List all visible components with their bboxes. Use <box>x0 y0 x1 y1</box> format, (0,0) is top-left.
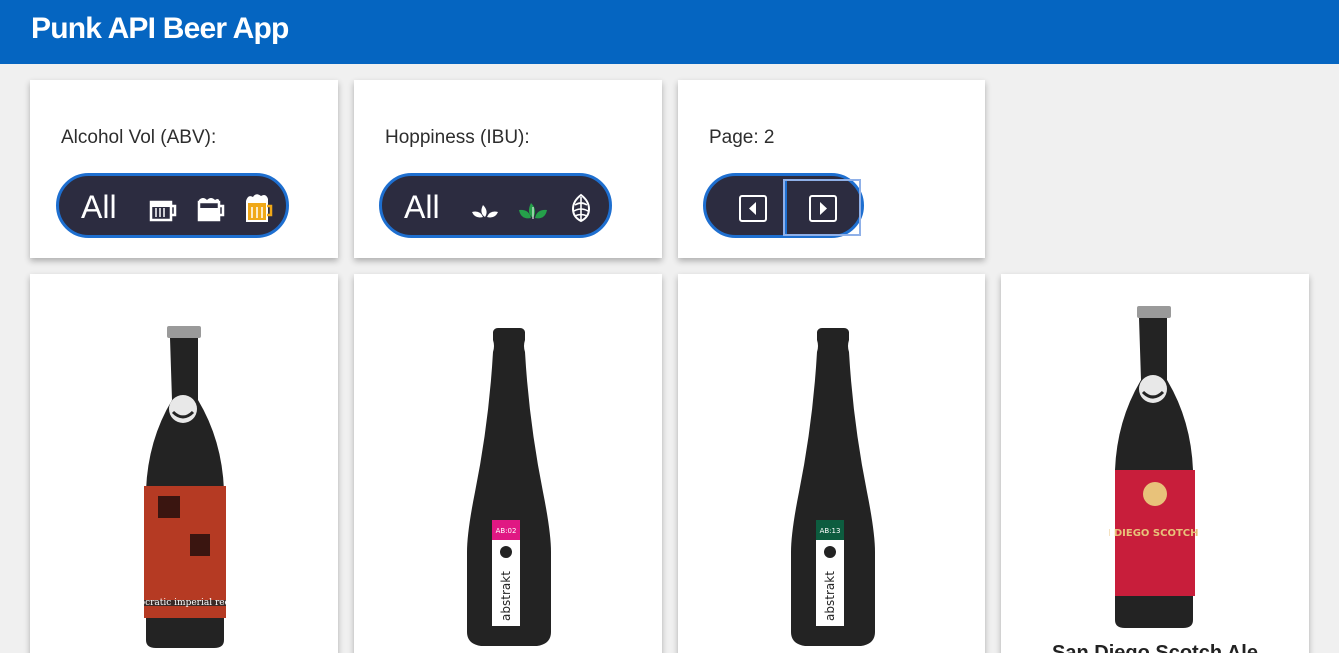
mug-small-icon[interactable] <box>146 191 180 225</box>
abv-all-button[interactable]: All <box>81 189 117 226</box>
app-header: Punk API Beer App <box>0 0 1339 64</box>
bottle-label-text: ocratic imperial red <box>140 598 230 608</box>
mug-medium-icon[interactable] <box>194 191 228 225</box>
beer-name[interactable]: San Diego Scotch Ale <box>1001 642 1309 653</box>
beer-bottle-image: AB:13 abstrakt <box>791 328 875 646</box>
page-indicator: Page: 2 <box>709 127 775 148</box>
caret-right-icon <box>809 195 837 222</box>
caret-left-icon <box>739 195 767 222</box>
svg-text:abstrakt: abstrakt <box>499 571 513 621</box>
previous-page-button[interactable] <box>711 181 785 234</box>
bottle-label-text: AB:13 <box>820 527 841 535</box>
mug-full-icon[interactable] <box>242 191 276 225</box>
beer-card[interactable]: SAN DIEGO SCOTCH ALE San Diego Scotch Al… <box>1001 274 1309 653</box>
app-title: Punk API Beer App <box>31 12 289 45</box>
svg-text:abstrakt: abstrakt <box>823 571 837 621</box>
ibu-filter-label: Hoppiness (IBU): <box>385 127 530 148</box>
ibu-all-button[interactable]: All <box>404 189 440 226</box>
hop-cone-icon[interactable] <box>564 191 598 225</box>
beer-card[interactable]: ocratic imperial red <box>30 274 338 653</box>
hop-leaves-icon[interactable] <box>516 191 550 225</box>
beer-bottle-image: AB:02 abstrakt <box>467 328 551 646</box>
bottle-label-text: AB:02 <box>496 527 517 535</box>
beer-card[interactable]: AB:02 abstrakt <box>354 274 662 653</box>
pagination-group <box>703 173 864 238</box>
abv-filter-label: Alcohol Vol (ABV): <box>61 127 217 148</box>
abv-filter-group: All <box>56 173 289 238</box>
beer-bottle-image: ocratic imperial red <box>140 326 230 648</box>
next-page-button[interactable] <box>783 179 861 236</box>
hop-leaf-icon[interactable] <box>468 191 502 225</box>
beer-bottle-image: SAN DIEGO SCOTCH ALE <box>1109 306 1199 628</box>
bottle-label-text: SAN DIEGO SCOTCH ALE <box>1109 528 1199 539</box>
ibu-filter-group: All <box>379 173 612 238</box>
beer-card[interactable]: AB:13 abstrakt <box>678 274 985 653</box>
